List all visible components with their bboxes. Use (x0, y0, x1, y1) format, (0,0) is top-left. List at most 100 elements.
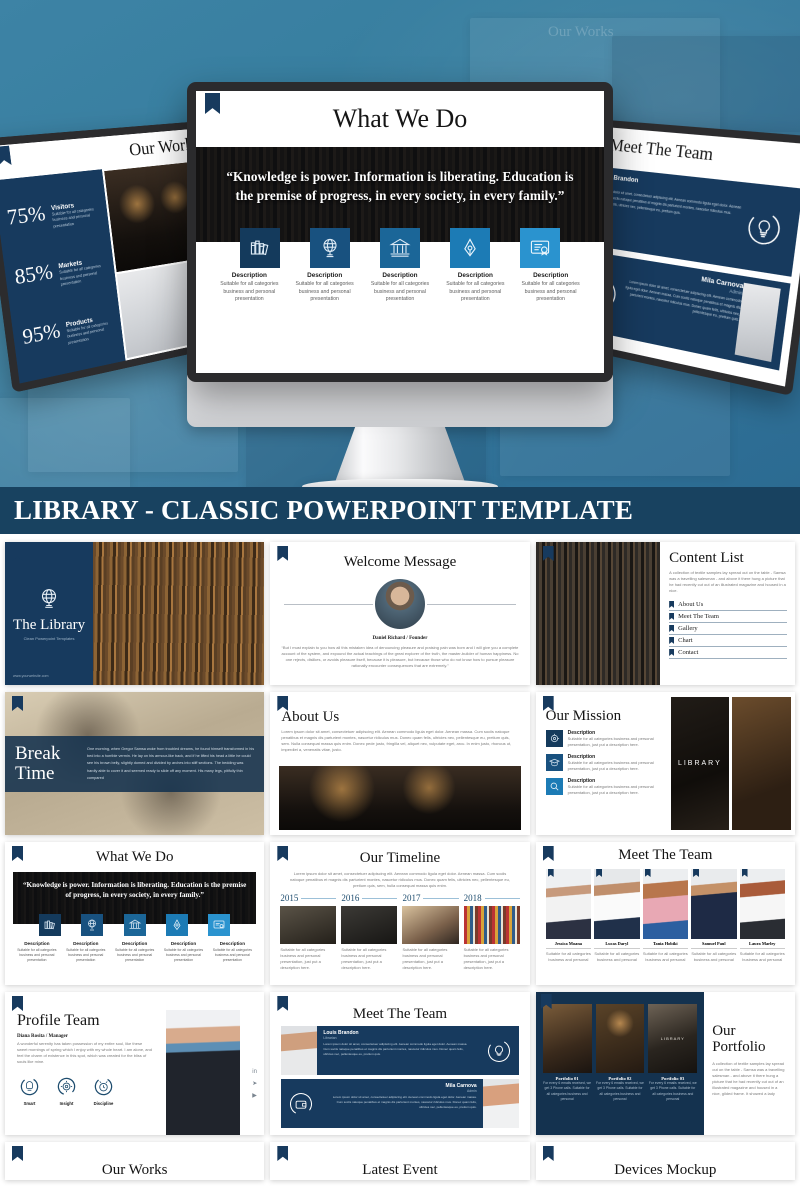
slide-thumbnail-welcome-message[interactable]: Welcome Message Daniel Richard / Founder… (270, 542, 530, 685)
member-photo (482, 1079, 519, 1128)
books-icon (240, 228, 280, 268)
slide-thumbnail-our-portfolio[interactable]: Portfolio 01 For every 6 emails received… (535, 992, 795, 1135)
feature-desc: Suitable for all categories business and… (521, 281, 580, 303)
trait-item: Discipline (91, 1074, 116, 1106)
linkedin-icon[interactable]: in (252, 1069, 257, 1075)
feature-item: Description Suitable for all categories b… (161, 941, 207, 963)
background-ghost-slide (612, 36, 800, 132)
background-ghost-text: Our Works (548, 24, 614, 40)
bookmark-flag-icon (596, 869, 603, 877)
bookmark-flag-icon (12, 696, 23, 711)
feature-item: Description Suitable for all categories b… (209, 941, 255, 963)
slide-thumbnail-profile-team[interactable]: Profile Team Diana Rosita / Manager A wo… (5, 992, 265, 1135)
feature-icon-row (13, 914, 256, 936)
hero-preview-area: Market An Our Works What The Truth Our W… (0, 0, 800, 487)
content-list-item[interactable]: About Us (669, 599, 787, 611)
feature-item: Description Suitable for all categories b… (112, 941, 158, 963)
slide-title: Break Time (15, 743, 61, 784)
pen-nib-icon (165, 914, 188, 936)
member-desc: Suitable for all categories business and… (642, 951, 688, 962)
content-list-item[interactable]: Contact (669, 647, 787, 659)
slide-thumbnail-meet-the-team-cards[interactable]: Meet The Team Louis Brandon Librarian Lo… (270, 992, 530, 1135)
certificate-icon (520, 228, 560, 268)
slide-body: Lorem ipsum dolor sit amet, consectetuer… (290, 871, 510, 888)
content-list-item[interactable]: Meet The Team (669, 611, 787, 623)
content-list-label: About Us (678, 601, 704, 608)
timeline-photo (280, 906, 337, 944)
slide-title: Our Mission (545, 708, 622, 724)
mission-photo (732, 697, 791, 830)
feature-title: Description (231, 272, 267, 279)
feature-desc: Suitable for all categories business and… (212, 948, 253, 963)
slide-thumbnail-our-mission[interactable]: Our Mission Description Suitable for all … (535, 692, 795, 835)
slide-thumbnail-latest-event[interactable]: Latest Event (270, 1142, 530, 1180)
slide-body: “But I must explain to you how all this … (281, 645, 519, 668)
member-role: Admin (467, 1089, 477, 1093)
mission-item: Description Suitable for all categories b… (545, 730, 665, 748)
slide-thumbnail-content-list[interactable]: Content List A collection of textile sam… (535, 542, 795, 685)
slide-thumbnail-about-us[interactable]: About Us Lorem ipsum dolor sit amet, con… (270, 692, 530, 835)
bookmark-flag-icon (669, 637, 675, 644)
slide-thumbnail-cover[interactable]: The Library Clean Powerpoint Templates w… (5, 542, 265, 685)
slide-title-line1: Our (712, 1023, 736, 1039)
slide-thumbnail-break-time[interactable]: Break Time One morning, when Gregor Sams… (5, 692, 265, 835)
member-name: Tania Hobiki (642, 939, 689, 949)
timeline-entry: 2016 Suitable for all categories busines… (341, 893, 398, 971)
timeline-photo (463, 906, 520, 944)
team-member: Lucas Daryl Suitable for all categories … (594, 869, 640, 963)
social-links[interactable]: in ➤ ▶ (252, 1069, 257, 1099)
bookmark-flag-icon (669, 625, 675, 632)
content-list-item[interactable]: Gallery (669, 623, 787, 635)
slide-body: A collection of textile samples lay spre… (669, 570, 786, 593)
member-photo (281, 1026, 318, 1075)
avatar (372, 577, 427, 631)
team-member: Tania Hobiki Suitable for all categories… (642, 869, 689, 963)
product-title-banner: LIBRARY - CLASSIC POWERPOINT TEMPLATE (0, 487, 800, 534)
slide-thumbnail-what-we-do[interactable]: What We Do “Knowledge is power. Informat… (5, 842, 265, 985)
monitor-base (302, 479, 498, 487)
slide-title: Content List (669, 550, 744, 566)
feature-item: Description Suitable for all categories b… (439, 272, 511, 317)
timeline-desc: Suitable for all categories business and… (341, 947, 387, 970)
slide-thumbnail-meet-the-team-grid[interactable]: Meet The Team Jessica Moana Suitable for… (535, 842, 795, 985)
center-monitor-mockup: What We Do “Knowledge is power. Informat… (187, 82, 613, 382)
feature-desc: Suitable for all categories business and… (163, 948, 204, 963)
slide-thumbnail-grid: The Library Clean Powerpoint Templates w… (0, 534, 800, 1180)
slide-thumbnail-our-works[interactable]: Our Works (5, 1142, 265, 1180)
bookmark-flag-icon (669, 649, 675, 656)
portfolio-desc: For every 6 emails received, we get 3 Ph… (596, 1081, 644, 1102)
team-member: Jessica Moana Suitable for all categorie… (545, 869, 592, 963)
globe-icon (36, 586, 62, 612)
bookmark-flag-icon (669, 601, 675, 608)
target-icon (545, 730, 563, 747)
member-desc: Suitable for all categories business and… (691, 951, 737, 962)
slide-quote: “Knowledge is power. Information is libe… (226, 168, 574, 203)
feature-desc: Suitable for all categories business and… (295, 281, 354, 303)
member-desc: Lorem ipsum dolor sit amet, consectetuer… (332, 1095, 477, 1109)
slide-thumbnail-our-timeline[interactable]: Our Timeline Lorem ipsum dolor sit amet,… (270, 842, 530, 985)
member-desc: Lorem ipsum dolor sit amet, consectetuer… (323, 1042, 468, 1056)
content-list-item[interactable]: Chart (669, 635, 787, 647)
bookmark-flag-icon (547, 869, 554, 877)
lightbulb-icon (736, 189, 793, 269)
pen-nib-icon (450, 228, 490, 268)
mission-desc: Suitable for all categories business and… (567, 760, 654, 771)
feature-item: Description Suitable for all categories b… (14, 941, 60, 963)
feature-desc: Suitable for all categories business and… (220, 281, 279, 303)
magnifier-icon (545, 778, 563, 795)
slide-background-photo: “Knowledge is power. Information is libe… (13, 872, 257, 936)
mission-item: Description Suitable for all categories b… (545, 778, 665, 796)
bookmark-flag-icon (669, 613, 675, 620)
feature-title: Description (533, 272, 569, 279)
twitter-icon[interactable]: ➤ (252, 1080, 257, 1087)
portfolio-photo (595, 1004, 645, 1073)
portfolio-item: LIBRARY Portfolio 03 For every 6 emails … (648, 1004, 698, 1130)
slide-thumbnail-devices-mockup[interactable]: Devices Mockup (535, 1142, 795, 1180)
about-photo (279, 766, 521, 830)
youtube-icon[interactable]: ▶ (252, 1092, 257, 1099)
stat-value: 75% (5, 201, 47, 231)
slide-title: Latest Event (362, 1162, 438, 1178)
feature-desc: Suitable for all categories business and… (446, 281, 505, 303)
member-role: Librarian (323, 1036, 337, 1040)
slide-title: Meet The Team (618, 847, 713, 863)
